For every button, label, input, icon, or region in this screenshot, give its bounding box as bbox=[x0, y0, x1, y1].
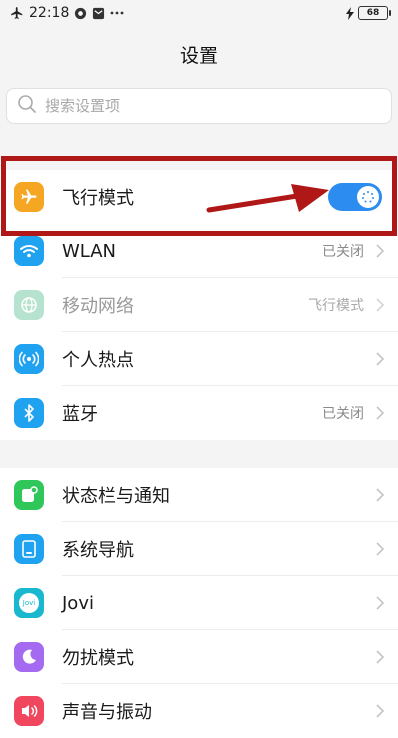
message-icon bbox=[92, 7, 105, 20]
status-bar: 22:18 68 bbox=[0, 0, 398, 26]
connection-section: 飞行模式 WLAN 已关闭 移动网络 飞行模式 个人热点 蓝牙 已关闭 bbox=[0, 170, 398, 440]
airplane-mode-toggle[interactable] bbox=[328, 183, 382, 211]
settings-item-label: 蓝牙 bbox=[62, 404, 98, 425]
settings-item-label: Jovi bbox=[62, 592, 94, 614]
jovi-icon-text: Jovi bbox=[19, 593, 39, 613]
settings-item-label: 系统导航 bbox=[62, 540, 134, 561]
status-time: 22:18 bbox=[29, 5, 70, 21]
navigation-icon bbox=[14, 534, 44, 564]
annotation-arrow-icon bbox=[206, 184, 329, 213]
moon-icon bbox=[14, 642, 44, 672]
battery-level: 68 bbox=[366, 8, 380, 18]
chevron-right-icon bbox=[376, 649, 385, 668]
settings-item-value: 飞行模式 bbox=[308, 298, 364, 314]
toggle-knob bbox=[357, 186, 379, 208]
settings-item-label: 个人热点 bbox=[62, 350, 134, 371]
settings-item-value: 已关闭 bbox=[322, 244, 364, 260]
chevron-right-icon bbox=[376, 541, 385, 560]
settings-item-label: 飞行模式 bbox=[62, 188, 134, 209]
chevron-right-icon bbox=[376, 703, 385, 722]
chevron-right-icon bbox=[376, 405, 385, 424]
charging-icon bbox=[346, 6, 354, 20]
settings-item-hotspot[interactable]: 个人热点 bbox=[0, 332, 398, 386]
battery-icon: 68 bbox=[358, 6, 391, 20]
search-bar[interactable] bbox=[6, 88, 392, 124]
settings-item-label: 移动网络 bbox=[62, 296, 134, 317]
settings-item-mobile-network[interactable]: 移动网络 飞行模式 bbox=[0, 278, 398, 332]
bluetooth-icon bbox=[14, 398, 44, 428]
system-section: 状态栏与通知 系统导航 Jovi Jovi 勿扰模式 声音与振动 bbox=[0, 468, 398, 738]
settings-item-system-navigation[interactable]: 系统导航 bbox=[0, 522, 398, 576]
speaker-icon bbox=[14, 696, 44, 726]
settings-item-label: 声音与振动 bbox=[62, 702, 152, 723]
chevron-right-icon bbox=[376, 243, 385, 262]
search-input[interactable] bbox=[45, 97, 365, 115]
settings-item-sound-vibration[interactable]: 声音与振动 bbox=[0, 684, 398, 738]
search-icon bbox=[17, 94, 37, 118]
settings-item-label: 勿扰模式 bbox=[62, 648, 134, 669]
settings-item-do-not-disturb[interactable]: 勿扰模式 bbox=[0, 630, 398, 684]
settings-item-status-bar-notifications[interactable]: 状态栏与通知 bbox=[0, 468, 398, 522]
chevron-right-icon bbox=[376, 487, 385, 506]
chevron-right-icon bbox=[376, 297, 385, 316]
jovi-icon: Jovi bbox=[14, 588, 44, 618]
chevron-right-icon bbox=[376, 595, 385, 614]
page-title: 设置 bbox=[179, 44, 218, 67]
globe-icon bbox=[14, 290, 44, 320]
chevron-right-icon bbox=[376, 351, 385, 370]
settings-item-value: 已关闭 bbox=[322, 406, 364, 422]
wifi-icon bbox=[14, 236, 44, 266]
settings-item-bluetooth[interactable]: 蓝牙 已关闭 bbox=[0, 386, 398, 440]
more-icon bbox=[110, 10, 124, 16]
settings-item-jovi[interactable]: Jovi Jovi bbox=[0, 576, 398, 630]
settings-item-airplane-mode[interactable]: 飞行模式 bbox=[0, 170, 398, 224]
airplane-icon bbox=[10, 6, 24, 20]
settings-item-label: WLAN bbox=[62, 240, 117, 262]
settings-item-wlan[interactable]: WLAN 已关闭 bbox=[0, 224, 398, 278]
airplane-mode-icon bbox=[14, 182, 44, 212]
notification-icon bbox=[14, 480, 44, 510]
hotspot-icon bbox=[14, 344, 44, 374]
record-icon bbox=[74, 7, 87, 20]
settings-item-label: 状态栏与通知 bbox=[62, 486, 170, 507]
